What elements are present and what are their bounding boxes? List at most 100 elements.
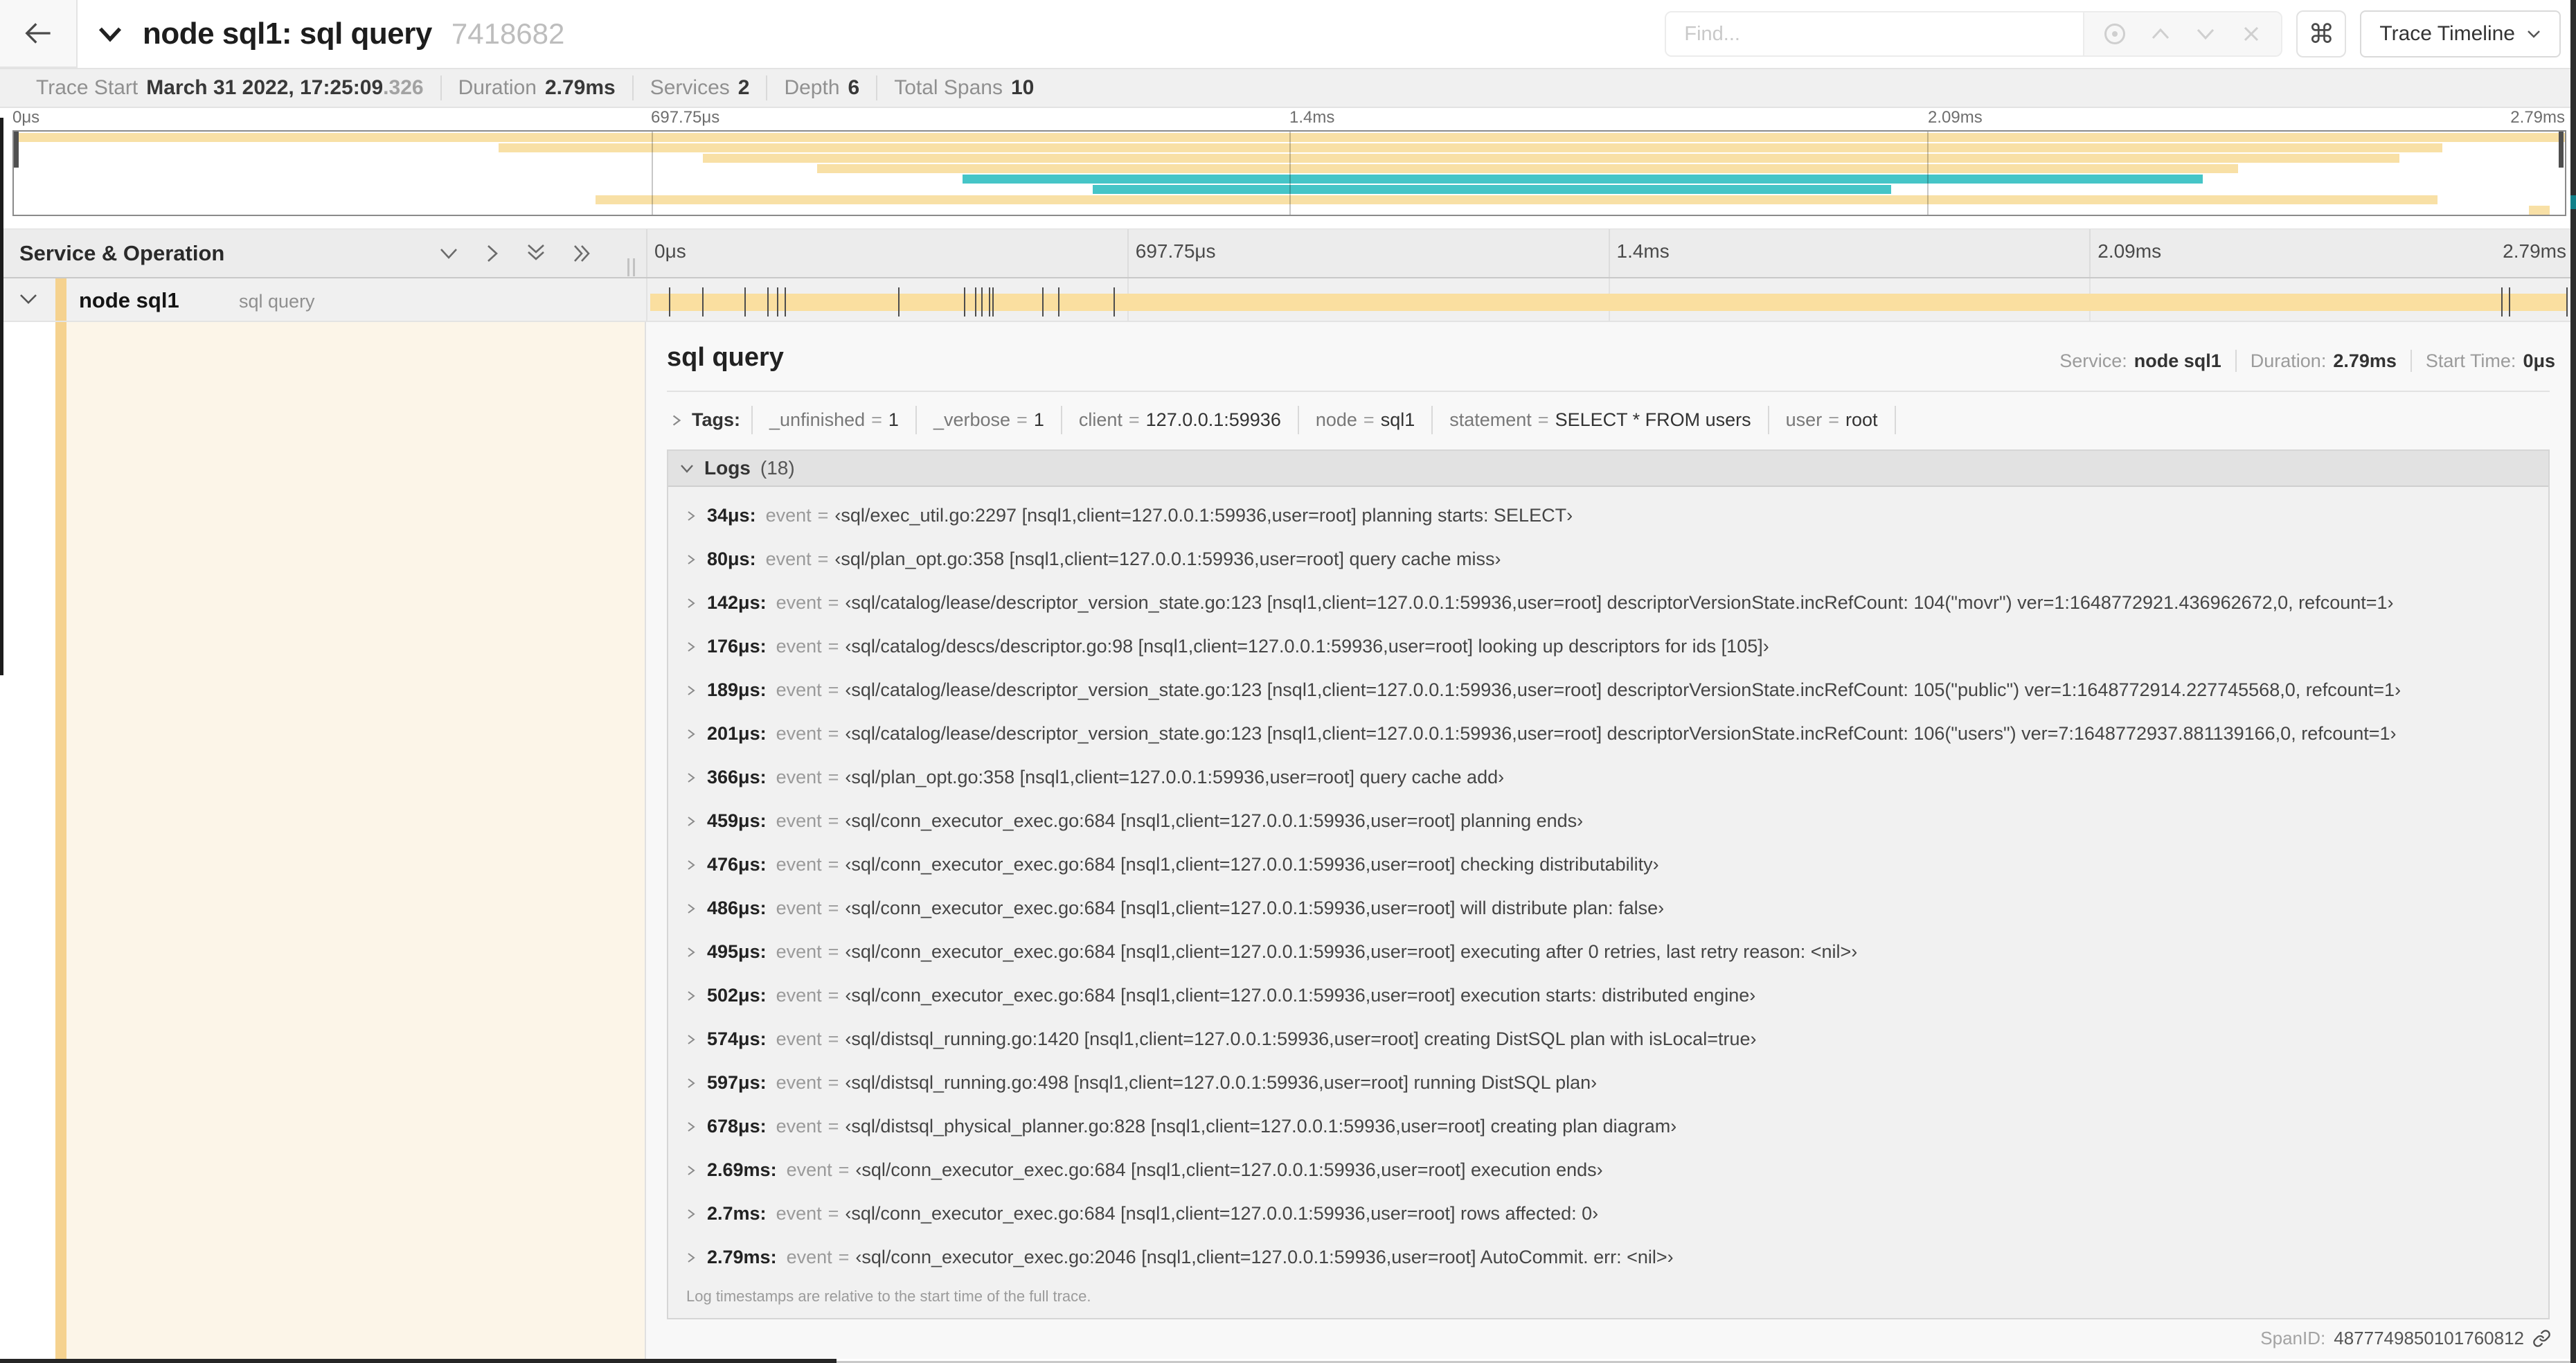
- back-button[interactable]: [0, 0, 78, 68]
- clear-find-icon[interactable]: [2236, 19, 2266, 49]
- keyboard-shortcuts-button[interactable]: ⌘: [2296, 10, 2347, 57]
- log-entry-row[interactable]: 678μs: event = ‹sql/distsql_physical_pla…: [668, 1105, 2548, 1148]
- chevron-down-icon[interactable]: [438, 246, 460, 261]
- trace-minimap[interactable]: [12, 130, 2566, 216]
- log-entry-row[interactable]: 2.7ms: event = ‹sql/conn_executor_exec.g…: [668, 1192, 2548, 1236]
- logs-header[interactable]: Logs (18): [668, 451, 2548, 487]
- log-entry-row[interactable]: 502μs: event = ‹sql/conn_executor_exec.g…: [668, 974, 2548, 1017]
- trace-view-selector[interactable]: Trace Timeline: [2360, 10, 2561, 57]
- meta-service: Service: node sql1: [2046, 350, 2237, 372]
- timeline-ruler: 0μs 697.75μs 1.4ms 2.09ms 2.79ms: [646, 229, 2570, 277]
- log-event-tick: [2509, 287, 2511, 317]
- top-bar-actions: ⌘ Trace Timeline: [1665, 10, 2561, 57]
- log-key: event: [776, 1072, 822, 1093]
- minimap-gridline: [1927, 132, 1929, 215]
- log-value: ‹sql/distsql_running.go:498 [nsql1,clien…: [845, 1072, 1598, 1093]
- log-entry-row[interactable]: 34μs: event = ‹sql/exec_util.go:2297 [ns…: [668, 494, 2548, 537]
- trace-summary-item: Trace Start March 31 2022, 17:25:09.326: [19, 75, 442, 100]
- log-timestamp: 201μs:: [707, 723, 767, 744]
- chevron-right-icon[interactable]: [686, 728, 696, 740]
- focus-match-icon[interactable]: [2100, 19, 2130, 49]
- chevron-right-icon[interactable]: [686, 684, 696, 697]
- minimap-tick-labels: 0μs 697.75μs 1.4ms 2.09ms 2.79ms: [0, 108, 2576, 129]
- span-row[interactable]: node sql1 sql query: [0, 278, 2576, 322]
- log-key: event: [765, 549, 812, 569]
- log-value: ‹sql/catalog/descs/descriptor.go:98 [nsq…: [845, 636, 1769, 657]
- minimap-span-bar: [2529, 206, 2550, 215]
- log-entry-row[interactable]: 189μs: event = ‹sql/catalog/lease/descri…: [668, 668, 2548, 712]
- log-key: event: [786, 1159, 832, 1180]
- log-value: ‹sql/conn_executor_exec.go:2046 [nsql1,c…: [855, 1247, 1674, 1267]
- trace-summary-item: Total Spans 10: [877, 75, 1050, 100]
- log-entry-row[interactable]: 574μs: event = ‹sql/distsql_running.go:1…: [668, 1017, 2548, 1061]
- log-entry-row[interactable]: 459μs: event = ‹sql/conn_executor_exec.g…: [668, 799, 2548, 843]
- next-match-icon[interactable]: [2190, 19, 2221, 49]
- log-entry-row[interactable]: 2.69ms: event = ‹sql/conn_executor_exec.…: [668, 1148, 2548, 1192]
- chevron-right-icon[interactable]: [686, 1208, 696, 1220]
- log-event-tick: [988, 287, 990, 317]
- find-input[interactable]: [1666, 12, 2084, 55]
- chevron-right-icon[interactable]: [686, 1121, 696, 1133]
- minimap-gridline: [1289, 132, 1291, 215]
- log-entry-row[interactable]: 476μs: event = ‹sql/conn_executor_exec.g…: [668, 843, 2548, 887]
- log-timestamp: 142μs:: [707, 592, 767, 613]
- log-timestamp: 574μs:: [707, 1028, 767, 1049]
- span-timeline-cell[interactable]: [646, 278, 2570, 321]
- logs-title: Logs: [704, 457, 751, 479]
- chevron-right-icon[interactable]: [671, 413, 682, 427]
- log-entry-row[interactable]: 80μs: event = ‹sql/plan_opt.go:358 [nsql…: [668, 537, 2548, 581]
- span-duration-bar[interactable]: [650, 294, 2567, 311]
- log-value: ‹sql/conn_executor_exec.go:684 [nsql1,cl…: [845, 854, 1659, 875]
- chevron-right-icon[interactable]: [686, 1033, 696, 1046]
- ruler-label: 697.75μs: [1127, 229, 1609, 277]
- log-key: event: [776, 1028, 822, 1049]
- chevron-right-icon[interactable]: [686, 815, 696, 828]
- chevron-right-icon[interactable]: [686, 510, 696, 522]
- tags-row[interactable]: Tags: _unfinished = 1 _verbose = 1 client = 12…: [671, 406, 2550, 434]
- right-screen-edge-accent: [2570, 195, 2576, 209]
- chevron-right-icon[interactable]: [686, 641, 696, 653]
- log-entry-row[interactable]: 201μs: event = ‹sql/catalog/lease/descri…: [668, 712, 2548, 756]
- log-entry-row[interactable]: 486μs: event = ‹sql/conn_executor_exec.g…: [668, 887, 2548, 930]
- chevron-right-icon[interactable]: [686, 772, 696, 784]
- ruler-label: 0μs: [646, 229, 1127, 277]
- chevron-right-icon[interactable]: [686, 1251, 696, 1264]
- double-chevron-right-icon[interactable]: [572, 242, 594, 265]
- log-entry-row[interactable]: 176μs: event = ‹sql/catalog/descs/descri…: [668, 625, 2548, 668]
- chevron-right-icon[interactable]: [686, 597, 696, 609]
- chevron-right-icon[interactable]: [686, 1077, 696, 1089]
- collapse-trace-chevron-icon[interactable]: [97, 25, 123, 43]
- log-event-tick: [963, 287, 965, 317]
- double-chevron-down-icon[interactable]: [525, 242, 547, 265]
- collapse-span-chevron-icon[interactable]: [18, 292, 39, 306]
- log-entry-row[interactable]: 597μs: event = ‹sql/distsql_running.go:4…: [668, 1061, 2548, 1105]
- chevron-right-icon[interactable]: [686, 902, 696, 915]
- log-event-tick: [1113, 287, 1116, 317]
- column-resizer-handle[interactable]: [627, 258, 635, 276]
- chevron-right-icon[interactable]: [686, 946, 696, 959]
- log-entry-row[interactable]: 366μs: event = ‹sql/plan_opt.go:358 [nsq…: [668, 756, 2548, 799]
- log-event-tick: [1057, 287, 1059, 317]
- log-entry-row[interactable]: 2.79ms: event = ‹sql/conn_executor_exec.…: [668, 1236, 2548, 1279]
- log-timestamp: 176μs:: [707, 636, 767, 657]
- logs-section: Logs (18) 34μs: event = ‹sql/exec_util.g…: [667, 449, 2550, 1319]
- chevron-right-icon[interactable]: [686, 859, 696, 871]
- tag-key-value: _verbose = 1: [917, 406, 1062, 434]
- log-value: ‹sql/catalog/lease/descriptor_version_st…: [845, 679, 2401, 700]
- log-key: event: [776, 679, 822, 700]
- chevron-right-icon[interactable]: [686, 990, 696, 1002]
- log-value: ‹sql/conn_executor_exec.go:684 [nsql1,cl…: [845, 1203, 1599, 1224]
- chevron-right-icon[interactable]: [686, 553, 696, 566]
- minimap-gridline: [652, 132, 653, 215]
- log-entry-row[interactable]: 495μs: event = ‹sql/conn_executor_exec.g…: [668, 930, 2548, 974]
- log-key: event: [776, 1203, 822, 1224]
- link-icon[interactable]: [2532, 1329, 2551, 1348]
- chevron-right-icon[interactable]: [686, 1164, 696, 1177]
- viewport-left-scrubber[interactable]: [14, 132, 19, 168]
- previous-match-icon[interactable]: [2145, 19, 2176, 49]
- viewport-right-scrubber[interactable]: [2559, 132, 2564, 168]
- log-event-tick: [669, 287, 671, 317]
- chevron-down-icon[interactable]: [679, 463, 695, 474]
- log-entry-row[interactable]: 142μs: event = ‹sql/catalog/lease/descri…: [668, 581, 2548, 625]
- chevron-right-icon[interactable]: [485, 242, 500, 265]
